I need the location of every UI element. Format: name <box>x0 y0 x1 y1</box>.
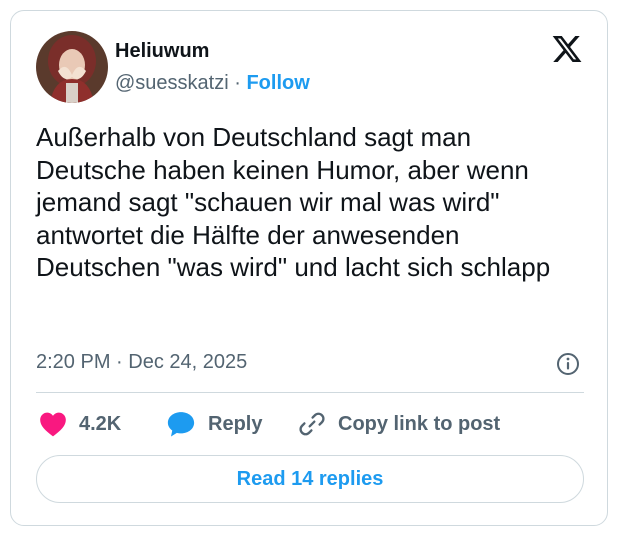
divider <box>36 392 584 393</box>
link-icon <box>299 412 325 436</box>
embedded-post-card: Heliuwum @suesskatzi · Follow Außerhalb … <box>10 10 608 526</box>
copy-link-button[interactable]: Copy link to post <box>298 409 500 439</box>
info-icon[interactable] <box>556 352 580 376</box>
avatar[interactable] <box>36 31 108 103</box>
author-handle-row: @suesskatzi · Follow <box>115 72 310 95</box>
handle-separator: · <box>234 72 241 94</box>
read-replies-button[interactable]: Read 14 replies <box>36 455 584 503</box>
author-display-name[interactable]: Heliuwum <box>115 40 209 63</box>
speech-bubble-icon <box>167 412 195 437</box>
reply-label: Reply <box>208 412 263 435</box>
follow-button[interactable]: Follow <box>246 72 309 94</box>
heart-icon <box>40 412 66 437</box>
like-button[interactable]: 4.2K <box>39 409 121 439</box>
copy-link-label: Copy link to post <box>338 412 501 435</box>
post-timestamp[interactable]: 2:20 PM · Dec 24, 2025 <box>36 351 247 374</box>
like-count: 4.2K <box>79 412 122 435</box>
x-logo-icon[interactable] <box>551 33 583 65</box>
author-handle[interactable]: @suesskatzi <box>115 72 229 94</box>
reply-button[interactable]: Reply <box>166 409 262 439</box>
post-text: Außerhalb von Deutschland sagt man Deuts… <box>36 122 551 283</box>
